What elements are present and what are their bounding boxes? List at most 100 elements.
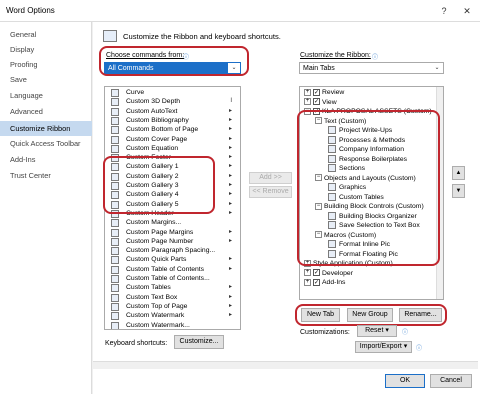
list-item[interactable]: Custom Table of Contents ▸ (105, 265, 240, 275)
list-item[interactable]: Custom Tables ▸ (105, 283, 240, 293)
command-icon (111, 126, 119, 135)
command-icon (111, 89, 119, 97)
customize-ribbon-select[interactable]: Main Tabs ⌄ (299, 62, 444, 74)
list-item[interactable]: Custom Table of Contents... (105, 274, 240, 284)
customize-keyboard-button[interactable]: Customize... (174, 335, 224, 349)
nav-display[interactable]: Display (0, 42, 92, 57)
expand-icon[interactable]: + (304, 269, 311, 277)
list-item-label: Custom AutoText (126, 107, 178, 115)
submenu-arrow-icon: ▸ (228, 256, 232, 263)
list-item[interactable]: Custom Margins... (105, 218, 240, 228)
submenu-arrow-icon: ▸ (228, 293, 232, 300)
window-title: Word Options (6, 6, 55, 15)
add-button[interactable]: Add >> (249, 172, 292, 184)
command-icon (111, 107, 119, 116)
options-nav: General Display Proofing Save Language A… (0, 22, 92, 394)
checkbox[interactable]: ✓ (313, 88, 320, 96)
nav-advanced[interactable]: Advanced (0, 104, 92, 119)
nav-save[interactable]: Save (0, 72, 92, 87)
list-item[interactable]: Custom Text Box ▸ (105, 293, 240, 303)
info-icon: ⓘ (416, 346, 423, 352)
checkbox[interactable]: ✓ (313, 98, 320, 106)
list-item-label: Custom Bottom of Page (126, 126, 199, 134)
nav-language[interactable]: Language (0, 88, 92, 103)
submenu-arrow-icon: ▸ (228, 154, 232, 161)
list-item-label: Custom Cover Page (126, 135, 188, 143)
submenu-arrow-icon: ▸ (228, 135, 232, 142)
info-icon: ⓘ (402, 330, 409, 336)
list-item[interactable]: Custom Watermark... (105, 321, 240, 329)
remove-button[interactable]: << Remove (249, 186, 292, 198)
reset-label: Reset (365, 327, 384, 334)
rename-button[interactable]: Rename... (399, 308, 442, 322)
expand-icon[interactable]: + (304, 278, 311, 286)
list-item[interactable]: Custom Watermark ▸ (105, 311, 240, 321)
horizontal-scrollbar[interactable] (93, 361, 478, 369)
nav-trust-center[interactable]: Trust Center (0, 168, 92, 183)
cancel-button[interactable]: Cancel (430, 374, 472, 388)
list-item-label: Custom Tables (126, 284, 171, 292)
ok-button[interactable]: OK (385, 374, 425, 388)
command-icon (111, 321, 119, 329)
move-up-button[interactable]: ▲ (452, 166, 465, 180)
move-down-button[interactable]: ▼ (452, 184, 465, 198)
list-item[interactable]: Custom Equation ▸ (105, 144, 240, 154)
nav-quick-access-toolbar[interactable]: Quick Access Toolbar (0, 136, 92, 151)
list-item-label: Custom Watermark... (126, 321, 190, 329)
list-item[interactable]: Custom 3D Depth I (105, 97, 240, 107)
list-item[interactable]: Custom Bottom of Page ▸ (105, 125, 240, 135)
list-item[interactable]: Custom Page Margins ▸ (105, 228, 240, 238)
list-item-label: Custom Text Box (126, 293, 178, 301)
header-text: Customize the Ribbon and keyboard shortc… (123, 32, 281, 41)
nav-add-ins[interactable]: Add-Ins (0, 152, 92, 167)
command-icon (111, 144, 119, 153)
checkbox[interactable]: ✓ (313, 269, 320, 277)
command-icon (111, 237, 119, 246)
submenu-arrow-icon: ▸ (228, 182, 232, 188)
nav-proofing[interactable]: Proofing (0, 57, 92, 72)
keyboard-shortcuts-label: Keyboard shortcuts: (105, 340, 168, 347)
checkbox[interactable]: ✓ (313, 278, 320, 286)
title-bar: Word Options ? ✕ (0, 0, 480, 22)
submenu-arrow-icon: ▸ (228, 126, 232, 133)
submenu-arrow-icon: ▸ (228, 172, 232, 179)
submenu-arrow-icon: ▸ (228, 312, 232, 319)
list-item[interactable]: Custom Quick Parts ▸ (105, 255, 240, 265)
new-tab-button[interactable]: New Tab (301, 308, 340, 322)
import-export-button[interactable]: Import/Export ▾ (355, 341, 412, 353)
submenu-arrow-icon: ▸ (228, 191, 232, 198)
expand-icon[interactable]: + (304, 98, 311, 106)
list-item[interactable]: Custom Page Number ▸ (105, 237, 240, 247)
info-icon: ⓘ (372, 55, 379, 61)
submenu-arrow-icon: ▸ (228, 163, 232, 170)
command-icon (111, 98, 119, 107)
command-icon (111, 284, 119, 293)
command-icon (111, 312, 119, 321)
highlight-commands-from (99, 46, 249, 76)
list-item[interactable]: Custom AutoText ▸ (105, 107, 240, 117)
ribbon-icon (103, 30, 117, 42)
nav-general[interactable]: General (0, 27, 92, 42)
tree-item[interactable]: + ✓ Review (304, 88, 344, 98)
tree-item[interactable]: + ✓ Developer (304, 269, 353, 279)
list-item-label: Custom Page Margins (126, 228, 194, 236)
help-button[interactable]: ? (436, 3, 452, 19)
list-item[interactable]: Custom Paragraph Spacing... (105, 246, 240, 256)
list-item-label: Custom Paragraph Spacing... (126, 247, 216, 255)
list-item[interactable]: Custom Top of Page ▸ (105, 302, 240, 312)
list-item-label: Custom Page Number (126, 237, 194, 245)
submenu-arrow-icon: ▸ (228, 237, 232, 244)
list-item-label: Custom Table of Contents... (126, 275, 210, 282)
tree-item[interactable]: + ✓ View (304, 98, 337, 108)
expand-icon[interactable]: + (304, 88, 311, 96)
reset-button[interactable]: Reset ▾ (357, 325, 397, 337)
list-item[interactable]: Custom Bibliography ▸ (105, 116, 240, 126)
highlight-gallery (103, 156, 215, 214)
close-button[interactable]: ✕ (459, 3, 475, 19)
list-item[interactable]: Custom Cover Page ▸ (105, 135, 240, 145)
tree-item[interactable]: + ✓ Add-Ins (304, 278, 345, 288)
list-item[interactable]: Curve (105, 88, 240, 98)
nav-customize-ribbon[interactable]: Customize Ribbon (0, 121, 92, 136)
new-group-button[interactable]: New Group (347, 308, 393, 322)
list-item-label: Curve (126, 89, 145, 96)
